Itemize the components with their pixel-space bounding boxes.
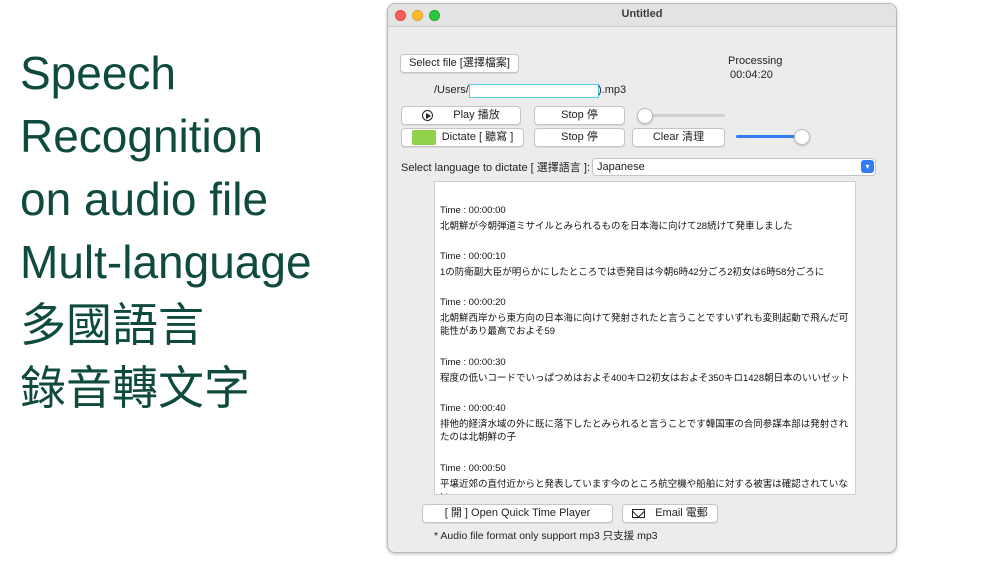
volume-slider-fill	[736, 135, 801, 138]
transcript-text: 平壌近郊の直付近からと発表しています今のところ航空機や船舶に対する被害は確認され…	[440, 479, 848, 494]
stop-play-button[interactable]: Stop 停	[534, 106, 625, 125]
email-button[interactable]: Email 電郵	[622, 504, 718, 523]
transcript-text: 程度の低いコードでいっぱつめはおよそ400キロ2初女はおよそ350キロ1428朝…	[440, 373, 850, 384]
chevron-updown-icon: ▾	[861, 160, 874, 173]
processing-time: 00:04:20	[730, 69, 773, 81]
select-file-button[interactable]: Select file [選擇檔案]	[400, 54, 519, 73]
transcript-text: 排他的経済水域の外に既に落下したとみられると言うことです韓国軍の合同参謀本部は発…	[440, 419, 849, 443]
play-button[interactable]: Play 播放	[401, 106, 521, 125]
headphones-icon	[411, 129, 436, 145]
processing-label: Processing	[728, 55, 783, 67]
language-select[interactable]: Japanese ▾	[592, 158, 876, 176]
transcript-time: Time : 00:00:00	[440, 205, 506, 216]
transcript-time: Time : 00:00:10	[440, 251, 506, 262]
transcript-text: 北朝鮮が今朝弾道ミサイルとみられるものを日本海に向けて28続けて発車しました	[440, 221, 793, 232]
transcript-entry: Time : 00:00:40 排他的経済水域の外に既に落下したとみられると言う…	[440, 402, 850, 444]
stop-dictate-button[interactable]: Stop 停	[534, 128, 625, 147]
playback-slider[interactable]	[641, 114, 725, 117]
app-window: Untitled Select file [選擇檔案] Processing 0…	[387, 3, 897, 553]
file-path-field[interactable]	[469, 84, 599, 98]
transcript-entry: Time : 00:00:20 北朝鮮西岸から東方向の日本海に向けて発射されたと…	[440, 296, 850, 338]
transcript-time: Time : 00:00:20	[440, 297, 506, 308]
transcript-time: Time : 00:00:50	[440, 463, 506, 474]
slide-title-line: Speech	[20, 47, 177, 99]
transcript-time: Time : 00:00:30	[440, 357, 506, 368]
slide-title-line: Recognition	[20, 110, 263, 162]
clear-button[interactable]: Clear 清理	[632, 128, 725, 147]
play-circle-icon	[422, 109, 434, 121]
window-title: Untitled	[621, 8, 663, 20]
dictate-button[interactable]: Dictate [ 聽寫 ]	[401, 128, 524, 147]
transcript-area[interactable]: Time : 00:00:00 北朝鮮が今朝弾道ミサイルとみられるものを日本海に…	[434, 181, 856, 495]
path-suffix: ).mp3	[598, 84, 627, 96]
slide-title-line: 錄音轉文字	[20, 362, 250, 414]
transcript-text: 1の防衛副大臣が明らかにしたところでは壱発目は今朝6時42分ごろ2初女は6時58…	[440, 267, 825, 278]
slide-title-line: on audio file	[20, 173, 269, 225]
volume-slider-knob[interactable]	[793, 129, 810, 145]
path-prefix: /Users/	[434, 84, 469, 96]
email-button-label: Email 電郵	[655, 507, 708, 519]
play-button-label: Play 播放	[453, 109, 500, 121]
transcript-entry: Time : 00:00:50 平壌近郊の直付近からと発表しています今のところ航…	[440, 462, 850, 494]
transcript-entry: Time : 00:00:10 1の防衛副大臣が明らかにしたところでは壱発目は今…	[440, 250, 850, 279]
slide-title: Speech Recognition on audio file Mult-la…	[20, 42, 370, 420]
slide-title-line: 多國語言	[20, 299, 204, 351]
envelope-icon	[632, 508, 646, 518]
transcript-entry: Time : 00:00:00 北朝鮮が今朝弾道ミサイルとみられるものを日本海に…	[440, 204, 850, 233]
transcript-time: Time : 00:00:40	[440, 403, 506, 414]
dictate-button-label: Dictate [ 聽寫 ]	[441, 131, 514, 143]
language-value: Japanese	[597, 161, 645, 173]
transcript-entry: Time : 00:00:30 程度の低いコードでいっぱつめはおよそ400キロ2…	[440, 356, 850, 385]
slide-title-line: Mult-language	[20, 236, 312, 288]
format-note: * Audio file format only support mp3 只支援…	[434, 530, 658, 542]
language-prompt: Select language to dictate [ 選擇語言 ]:	[401, 162, 590, 174]
title-bar: Untitled	[388, 4, 896, 27]
playback-slider-knob[interactable]	[636, 108, 653, 124]
open-quicktime-button[interactable]: [ 開 ] Open Quick Time Player	[422, 504, 613, 523]
transcript-text: 北朝鮮西岸から東方向の日本海に向けて発射されたと言うことですいずれも変則起動で飛…	[440, 313, 849, 337]
